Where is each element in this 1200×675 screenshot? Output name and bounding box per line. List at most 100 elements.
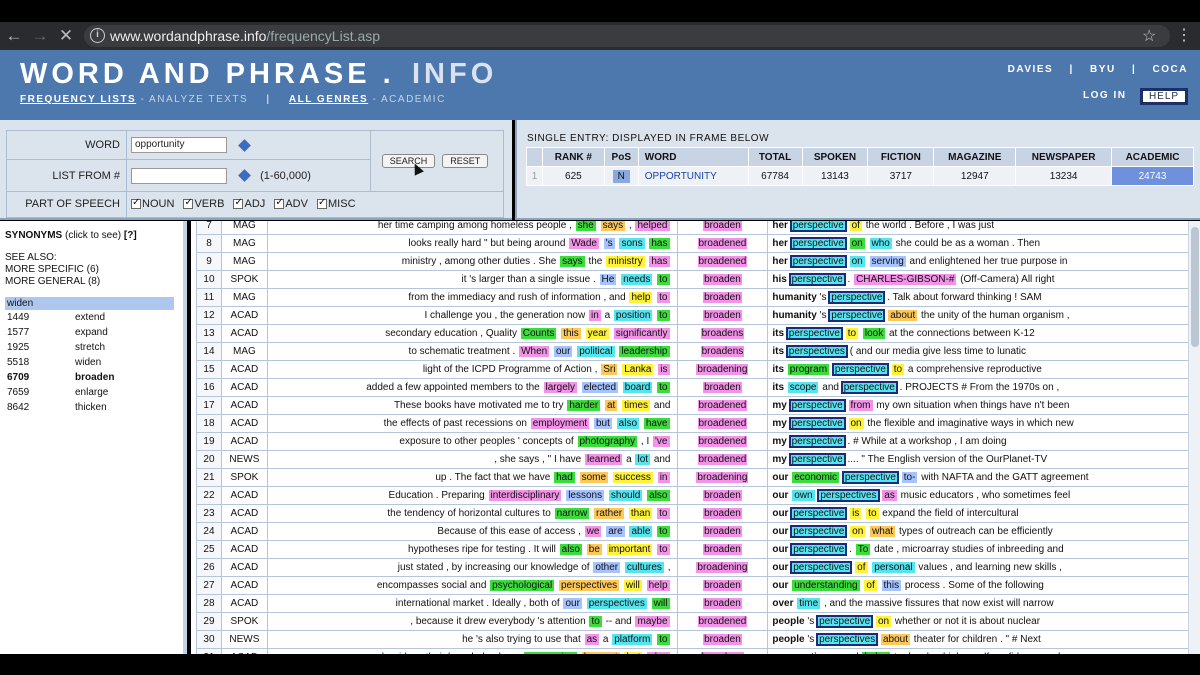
right-context[interactable]: people 's perspective on whether or not … <box>767 612 1192 631</box>
synonym-item[interactable]: 8642 thicken <box>5 400 174 415</box>
right-context[interactable]: our understanding of this process . Some… <box>767 576 1192 595</box>
row-source[interactable]: NEWS <box>220 630 268 649</box>
logo-main[interactable]: WORD AND PHRASE . <box>20 58 395 91</box>
left-context[interactable]: hypotheses ripe for testing . It will al… <box>266 540 678 559</box>
keyword-cell[interactable]: broadening <box>676 360 769 379</box>
row-source[interactable]: ACAD <box>220 414 268 433</box>
fiction-value[interactable]: 3717 <box>867 166 935 186</box>
left-context[interactable]: exposure to other peoples ' concepts of … <box>266 432 678 451</box>
keyword-cell[interactable]: broaden <box>676 504 769 523</box>
right-context[interactable]: her perspective on who she could be as a… <box>767 234 1192 253</box>
synonym-item[interactable]: 6709 broaden <box>5 370 174 385</box>
left-context[interactable]: the effects of past recessions on employ… <box>266 414 678 433</box>
keyword-cell[interactable]: broadening <box>676 558 769 577</box>
concordance-row[interactable]: 9 MAG ministry , among other duties . She … <box>196 252 1192 271</box>
word-help-icon[interactable] <box>238 138 251 152</box>
concordance-row[interactable]: 23 ACAD the tendency of horizontal culture… <box>196 504 1192 523</box>
left-context[interactable]: Education . Preparing interdisciplinary … <box>266 486 678 505</box>
left-context[interactable]: ministry , among other duties . She says… <box>266 252 678 271</box>
left-context[interactable]: to schematic treatment . When our politi… <box>266 342 678 361</box>
keyword-cell[interactable]: broadened <box>676 252 769 271</box>
forward-arrow-icon[interactable]: → <box>30 26 50 46</box>
right-context[interactable]: humanity 's perspective about the unity … <box>767 306 1192 325</box>
row-source[interactable]: NEWS <box>220 450 268 469</box>
keyword-cell[interactable]: broaden <box>676 486 769 505</box>
row-source[interactable]: ACAD <box>220 306 268 325</box>
right-context[interactable]: its scope and perspective . PROJECTS # F… <box>767 378 1192 397</box>
logo-accent[interactable]: INFO <box>412 58 497 91</box>
nav-frequency-lists[interactable]: FREQUENCY LISTS <box>20 94 136 105</box>
help-button[interactable]: HELP <box>1140 88 1188 105</box>
synonym-item[interactable]: 7659 enlarge <box>5 385 174 400</box>
right-context[interactable]: its program perspective to a comprehensi… <box>767 360 1192 379</box>
search-button[interactable]: SEARCH <box>381 153 436 168</box>
concordance-row[interactable]: 21 SPOK up . The fact that we have had som… <box>196 468 1192 487</box>
synonym-word[interactable]: widen <box>75 357 101 368</box>
right-context[interactable]: our perspective . To date , microarray s… <box>767 540 1192 559</box>
stop-icon[interactable]: ✕ <box>56 26 76 46</box>
menu-kebab-icon[interactable]: ⋮ <box>1176 25 1192 45</box>
left-context[interactable]: These books have motivated me to try har… <box>266 396 678 415</box>
right-context[interactable]: my perspective from my own situation whe… <box>767 396 1192 415</box>
misc-checkbox[interactable] <box>317 197 328 210</box>
row-source[interactable]: SPOK <box>220 468 268 487</box>
keyword-cell[interactable]: broadened <box>676 612 769 631</box>
spoken-value[interactable]: 13143 <box>801 166 869 186</box>
left-context[interactable]: international market . Ideally , both of… <box>266 594 678 613</box>
left-context[interactable]: I challenge you , the generation now in … <box>266 306 678 325</box>
concordance-row[interactable]: 10 SPOK it 's larger than a single issue .… <box>196 270 1192 289</box>
right-context[interactable]: people 's perspectives about theater for… <box>767 630 1192 649</box>
left-context[interactable]: from the immediacy and rush of informati… <box>266 288 678 307</box>
keyword-cell[interactable]: broaden <box>676 270 769 289</box>
keyword-cell[interactable]: broadened <box>676 234 769 253</box>
row-source[interactable]: ACAD <box>220 378 268 397</box>
academic-value[interactable]: 24743 <box>1111 166 1194 186</box>
row-source[interactable]: MAG <box>220 221 268 235</box>
keyword-cell[interactable]: broaden <box>676 594 769 613</box>
left-context[interactable]: Because of this ease of access , we are … <box>266 522 678 541</box>
synonym-word[interactable]: enlarge <box>75 387 108 398</box>
left-context[interactable]: the tendency of horizontal cultures to n… <box>266 504 678 523</box>
keyword-cell[interactable]: broadens <box>676 342 769 361</box>
synonym-word[interactable]: stretch <box>75 342 105 353</box>
word-input[interactable]: opportunity <box>131 137 227 154</box>
right-context[interactable]: our perspective on what types of outreac… <box>767 522 1192 541</box>
concordance-row[interactable]: 26 ACAD just stated , by increasing our kn… <box>196 558 1192 577</box>
right-context[interactable]: its perspectives ( and our media give le… <box>767 342 1192 361</box>
keyword-cell[interactable]: broadened <box>676 414 769 433</box>
synonym-item[interactable]: 5518 widen <box>5 355 174 370</box>
login-link[interactable]: LOG IN <box>1083 90 1126 101</box>
row-source[interactable]: ACAD <box>220 558 268 577</box>
concordance-row[interactable]: 29 SPOK, because it drew everybody 's att… <box>196 612 1192 631</box>
keyword-cell[interactable]: broadened <box>676 432 769 451</box>
adv-checkbox[interactable] <box>274 197 285 210</box>
row-source[interactable]: ACAD <box>220 396 268 415</box>
concordance-row[interactable]: 15 ACAD light of the ICPD Programme of Act… <box>196 360 1192 379</box>
synonyms-help-link[interactable]: [?] <box>124 230 137 241</box>
vertical-scrollbar[interactable] <box>1188 221 1200 654</box>
left-context[interactable]: added a few appointed members to the lar… <box>266 378 678 397</box>
concordance-row[interactable]: 7 MAG her time camping among homeless peop… <box>196 221 1192 235</box>
list-from-input[interactable] <box>131 167 227 184</box>
entry-row[interactable]: 1 625 N OPPORTUNITY 67784 13143 3717 129… <box>526 166 1194 186</box>
concordance-row[interactable]: 13 ACAD secondary education , Quality Coun… <box>196 324 1192 343</box>
keyword-cell[interactable]: broaden <box>676 378 769 397</box>
right-context[interactable]: his perspective . CHARLES-GIBSON-# (Off-… <box>767 270 1192 289</box>
keyword-cell[interactable]: broaden <box>676 540 769 559</box>
left-context[interactable]: her time camping among homeless people ,… <box>266 221 678 235</box>
right-context[interactable]: our perspective is to expand the field o… <box>767 504 1192 523</box>
row-source[interactable]: ACAD <box>220 540 268 559</box>
concordance-row[interactable]: 8 MAG looks really hard " but being around… <box>196 234 1192 253</box>
keyword-cell[interactable]: broaden <box>676 576 769 595</box>
link-coca[interactable]: COCA <box>1153 64 1188 75</box>
left-context[interactable]: just stated , by increasing our knowledg… <box>266 558 678 577</box>
concordance-row[interactable]: 14 MAG to schematic treatment . When our p… <box>196 342 1192 361</box>
concordance-row[interactable]: 12 ACAD I challenge you , the generation n… <box>196 306 1192 325</box>
synonym-word[interactable]: expand <box>75 327 108 338</box>
newspaper-value[interactable]: 13234 <box>1015 166 1113 186</box>
concordance-row[interactable]: 17 ACAD These books have motivated me to t… <box>196 396 1192 415</box>
right-context[interactable]: our economic perspective to- with NAFTA … <box>767 468 1192 487</box>
scrollbar-thumb[interactable] <box>1191 227 1199 347</box>
right-context[interactable]: my perspective . # While at a workshop ,… <box>767 432 1192 451</box>
concordance-row[interactable]: 24 ACAD Because of this ease of access , w… <box>196 522 1192 541</box>
